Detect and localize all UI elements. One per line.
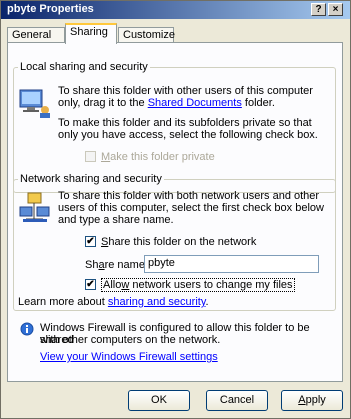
window-title: pbyte Properties [7,3,94,15]
help-button[interactable]: ? [311,3,326,16]
allow-changes-checkbox[interactable]: ✔ [85,279,96,290]
allow-changes-label: Allow network users to change my files [101,278,295,292]
tab-general-label: General [12,29,52,41]
apply-mnemonic: A [298,394,306,406]
shared-documents-icon [19,89,50,118]
learn-more-suffix: . [205,296,209,308]
close-button[interactable]: × [328,3,343,16]
tab-customize-label: Customize [123,29,175,41]
local-text-line1: To share this folder with other users of… [58,85,313,97]
tab-general[interactable]: General [7,27,65,43]
learn-more-line: Learn more about sharing and security. [18,296,209,308]
firewall-settings-link[interactable]: View your Windows Firewall settings [40,351,218,363]
info-icon [20,322,34,336]
shared-documents-link[interactable]: Shared Documents [148,97,242,109]
tab-sharing[interactable]: Sharing [65,23,117,44]
tab-customize[interactable]: Customize [118,27,175,43]
make-private-label: Make this folder private [101,151,215,163]
network-sharing-legend: Network sharing and security [20,173,162,185]
allow-changes-label-post: network users to change my files [129,279,293,291]
learn-more-prefix: Learn more about [18,296,108,308]
cancel-button[interactable]: Cancel [206,390,268,411]
make-private-label-rest: ake this folder private [110,151,215,163]
allow-changes-label-pre: Allo [103,279,122,291]
share-name-label-pre: Sh [85,259,99,271]
local-text-line2-pre: only, drag it to the [58,97,148,109]
title-bar[interactable]: pbyte Properties ? × [1,1,350,19]
properties-dialog: pbyte Properties ? × General Sharing Cus… [0,0,351,419]
private-text-line2: only you have access, select the followi… [58,129,318,141]
apply-button[interactable]: Apply [281,390,343,411]
network-text-line3: and type a share name. [58,214,174,226]
ok-button[interactable]: OK [128,390,190,411]
sharing-panel: Local sharing and security To share this… [7,42,343,382]
make-private-mnemonic: M [101,151,111,163]
share-folder-label: Share this folder on the network [101,236,256,248]
network-text-line2: users of this computer, select the first… [58,202,324,214]
local-text-line2-post: folder. [241,97,275,109]
apply-label-rest: pply [305,394,326,406]
share-folder-label-rest: hare this folder on the network [108,236,257,248]
local-text-line2: only, drag it to the Shared Documents fo… [58,97,275,109]
network-text-line1: To share this folder with both network u… [58,190,320,202]
private-text-line1: To make this folder and its subfolders p… [58,117,312,129]
local-sharing-legend: Local sharing and security [20,61,148,73]
firewall-text-line2: with other computers on the network. [40,334,221,346]
share-name-label-post: re name: [104,259,149,271]
share-name-label: Share name: [85,259,148,271]
network-share-icon [19,192,50,222]
sharing-security-link[interactable]: sharing and security [108,296,206,308]
tab-sharing-label: Sharing [70,26,108,38]
share-folder-checkbox[interactable]: ✔ [85,236,96,247]
share-name-input[interactable]: pbyte [144,255,319,273]
make-private-checkbox[interactable] [85,151,96,162]
